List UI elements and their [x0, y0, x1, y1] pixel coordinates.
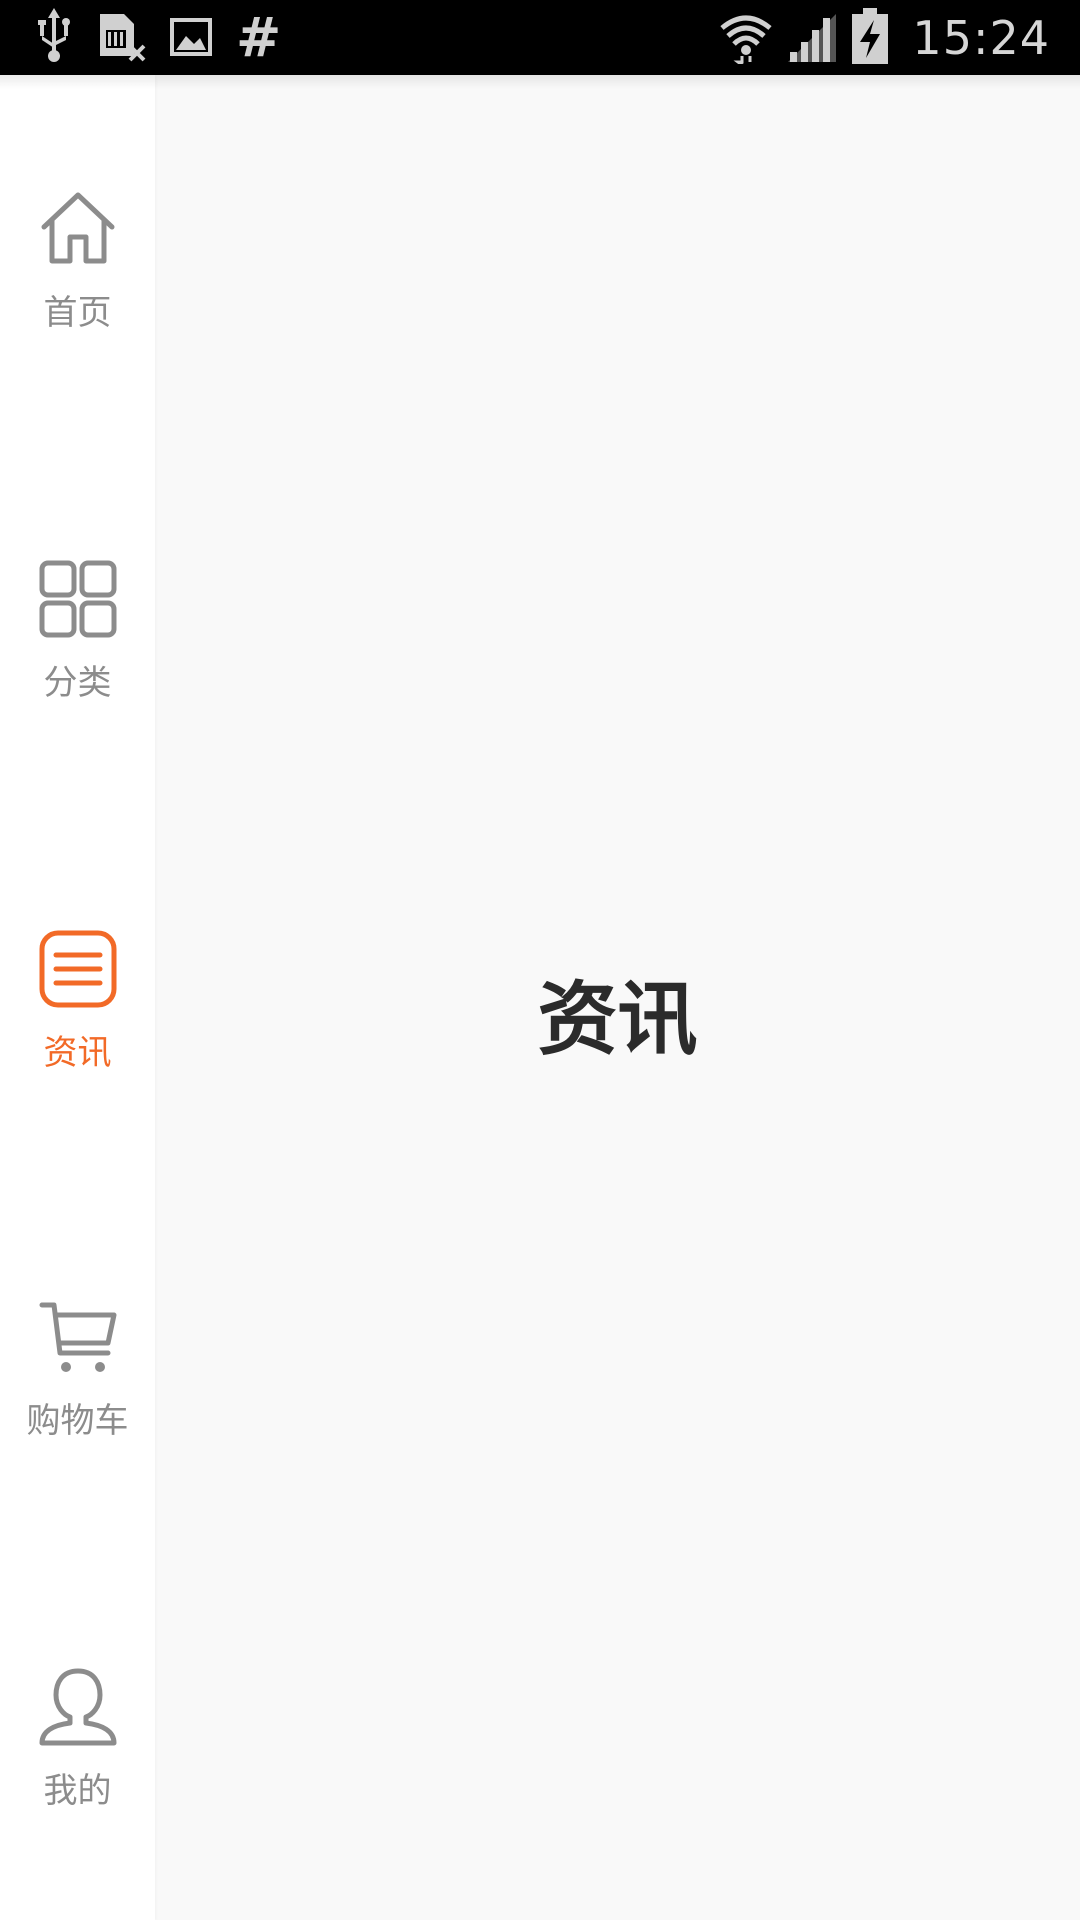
sidebar-item-label: 资讯	[43, 1033, 112, 1073]
signal-icon	[786, 8, 838, 68]
sidebar-nav: 首页 分类 资讯 购物车 我的	[0, 75, 155, 1920]
user-icon	[36, 1665, 120, 1749]
status-right-icons: 15:24	[718, 0, 1050, 75]
status-left-icons: #	[34, 8, 281, 68]
wifi-icon	[718, 8, 774, 69]
main-content: 资讯	[155, 75, 1080, 1920]
sidebar-item-label: 首页	[43, 293, 112, 333]
sidebar-item-cart[interactable]: 购物车	[0, 1295, 155, 1465]
sidebar-item-news[interactable]: 资讯	[0, 927, 155, 1097]
news-list-icon	[36, 927, 120, 1011]
sim-card-missing-icon	[96, 8, 146, 68]
grid-icon	[36, 557, 120, 641]
image-icon	[168, 8, 214, 68]
status-bar: # 15:24	[0, 0, 1080, 75]
sidebar-item-home[interactable]: 首页	[0, 187, 155, 357]
cart-icon	[36, 1295, 120, 1379]
sidebar-item-mine[interactable]: 我的	[0, 1665, 155, 1835]
sidebar-item-label: 我的	[43, 1771, 112, 1811]
battery-charging-icon	[850, 6, 890, 70]
home-icon	[36, 187, 120, 271]
sidebar-item-label: 分类	[43, 663, 112, 703]
page-title: 资讯	[537, 973, 698, 1066]
status-time: 15:24	[912, 10, 1050, 65]
hash-icon: #	[236, 6, 282, 69]
sidebar-item-category[interactable]: 分类	[0, 557, 155, 727]
usb-icon	[34, 8, 74, 68]
sidebar-item-label: 购物车	[26, 1401, 129, 1441]
